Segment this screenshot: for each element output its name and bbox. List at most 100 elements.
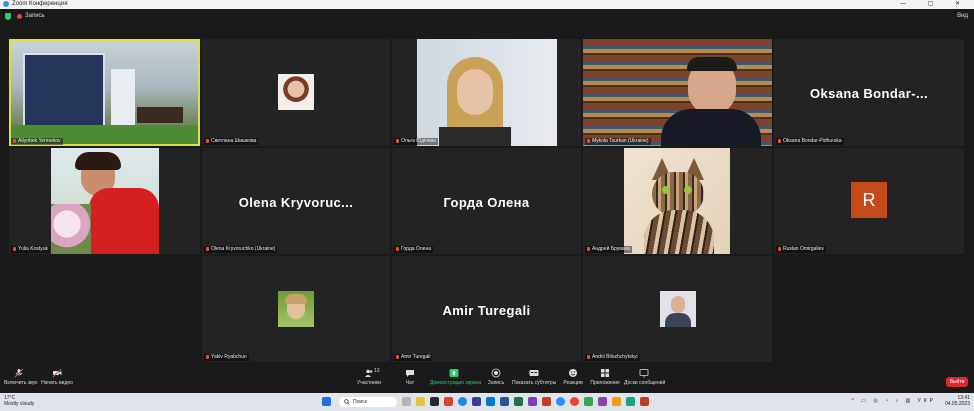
app-icon[interactable] [640, 397, 649, 406]
apps-button[interactable]: Приложения [590, 368, 620, 386]
powerpoint-icon[interactable] [542, 397, 551, 406]
whiteboard-icon [639, 369, 649, 378]
participant-name: Amir Turegali [394, 354, 433, 361]
chat-icon [406, 370, 414, 377]
participant-tile[interactable]: Mykola Tsurkan (Ukraine) [583, 39, 772, 146]
app-icon[interactable] [612, 397, 621, 406]
participant-name: Ruslan Omirgaliev [776, 246, 826, 253]
language-indicator[interactable]: УКР [918, 398, 936, 404]
media-app-icon[interactable] [430, 397, 439, 406]
clock[interactable]: 13:41 04.05.2023 [945, 395, 970, 407]
reactions-button[interactable]: Реакции [560, 368, 586, 386]
participant-name: Ольга Юдічева [394, 138, 438, 145]
muted-mic-icon [587, 138, 590, 143]
window-titlebar: Zoom Конференция — ▢ ✕ [0, 0, 974, 9]
muted-mic-icon [587, 246, 590, 251]
muted-mic-icon [396, 246, 399, 251]
teams-icon[interactable] [472, 397, 481, 406]
onenote-icon[interactable] [528, 397, 537, 406]
muted-mic-icon [396, 354, 399, 359]
captions-icon [529, 370, 539, 376]
participant-tile[interactable]: Ольга Юдічева [392, 39, 581, 146]
participant-name: Yulia Kostyuk [11, 246, 51, 253]
participant-tile[interactable]: Amir Turegali Amir Turegali [392, 256, 581, 362]
participant-display-name: Olena Kryvoruc... [238, 194, 354, 210]
participant-name: Altynbek Yermekov [11, 138, 63, 145]
subtitles-button[interactable]: Показать субтитры [512, 368, 556, 386]
participant-photo [624, 148, 730, 254]
excel-icon[interactable] [514, 397, 523, 406]
system-tray[interactable]: ^ ▭ ◎ ◔ ♪ ▥ УКР [852, 398, 936, 404]
muted-mic-icon [13, 246, 16, 251]
muted-mic-icon [14, 368, 24, 378]
share-screen-icon [449, 369, 459, 377]
participant-tile[interactable]: Olena Kryvoruc... Olena Kryvoruchko (Ukr… [202, 148, 390, 254]
share-screen-button[interactable]: Демонстрация экрана [430, 368, 481, 386]
app-icon[interactable] [598, 397, 607, 406]
participant-display-name: Oksana Bondar-... [809, 86, 929, 102]
apps-icon [601, 369, 609, 377]
participant-video [583, 39, 772, 146]
muted-mic-icon [396, 138, 399, 143]
start-video-button[interactable]: Начать видео [41, 368, 73, 386]
taskbar-search[interactable]: Поиск [339, 397, 397, 407]
whiteboards-button[interactable]: Доски сообщений [624, 368, 665, 386]
app-icon[interactable] [584, 397, 593, 406]
participant-tile[interactable]: Горда Олена Горда Олена [392, 148, 581, 254]
office-icon[interactable] [444, 397, 453, 406]
participant-tile[interactable]: Altynbek Yermekov [9, 39, 200, 146]
emoji-icon [569, 369, 577, 377]
windows-taskbar: 17°C Mostly cloudy Поиск ^ ▭ ◎ ◔ ♪ ▥ УКР… [0, 393, 974, 411]
zoom-icon[interactable] [556, 397, 565, 406]
weather-widget[interactable]: 17°C Mostly cloudy [4, 395, 34, 407]
participant-tile[interactable]: Yulia Kostyuk [9, 148, 200, 254]
task-view-icon[interactable] [402, 397, 411, 406]
security-shield-icon[interactable] [5, 13, 11, 20]
participant-video [11, 41, 198, 144]
participant-display-name: Amir Turegali [442, 302, 531, 318]
recording-label[interactable]: Запись [25, 12, 45, 21]
participant-tile[interactable]: Oksana Bondar-... Oksana Bondar-Pidhursk… [774, 39, 964, 146]
participant-name: Горда Олена [394, 246, 433, 253]
muted-mic-icon [206, 246, 209, 251]
record-icon [491, 368, 501, 378]
windows-start-icon[interactable] [322, 397, 331, 406]
participant-avatar: R [851, 182, 887, 218]
chrome-icon[interactable] [570, 397, 579, 406]
participant-tile[interactable]: Yakiv Ryabchun [202, 256, 390, 362]
participant-name: Андрей Бруваха [585, 246, 632, 253]
zoom-logo-icon [3, 1, 9, 7]
participant-name: Oksana Bondar-Pidhurska [776, 138, 844, 145]
recording-icon [17, 14, 22, 19]
word-icon[interactable] [500, 397, 509, 406]
participant-tile[interactable]: Светлана Шишкова [202, 39, 390, 146]
participant-tile[interactable]: Andrii Bilozhchytskyi [583, 256, 772, 362]
muted-mic-icon [13, 138, 16, 143]
search-icon [344, 399, 350, 405]
weather-condition: Mostly cloudy [4, 401, 35, 407]
unmute-button[interactable]: Включить звук [4, 368, 37, 386]
leave-meeting-button[interactable]: Выйти [946, 377, 968, 387]
window-controls[interactable]: — ▢ ✕ [900, 0, 970, 8]
file-explorer-icon[interactable] [416, 397, 425, 406]
participant-name: Mykola Tsurkan (Ukraine) [585, 138, 651, 145]
edge-browser-icon[interactable] [458, 397, 467, 406]
muted-mic-icon [587, 354, 590, 359]
muted-mic-icon [778, 246, 781, 251]
record-button[interactable]: Запись [484, 368, 508, 386]
participant-video [417, 39, 557, 146]
participant-photo [660, 291, 696, 327]
view-button[interactable]: Вид [957, 12, 968, 21]
participants-count: 13 [374, 368, 380, 374]
meeting-topbar: Запись Вид [0, 9, 974, 25]
app-icon[interactable] [626, 397, 635, 406]
participant-tile[interactable]: R Ruslan Omirgaliev [774, 148, 964, 254]
outlook-icon[interactable] [486, 397, 495, 406]
video-off-icon [52, 368, 62, 378]
participant-name: Andrii Bilozhchytskyi [585, 354, 640, 361]
participant-name: Светлана Шишкова [204, 138, 259, 145]
chat-button[interactable]: Чат [398, 368, 422, 386]
participant-tile[interactable]: Андрей Бруваха [583, 148, 772, 254]
participant-photo [278, 291, 314, 327]
muted-mic-icon [778, 138, 781, 143]
